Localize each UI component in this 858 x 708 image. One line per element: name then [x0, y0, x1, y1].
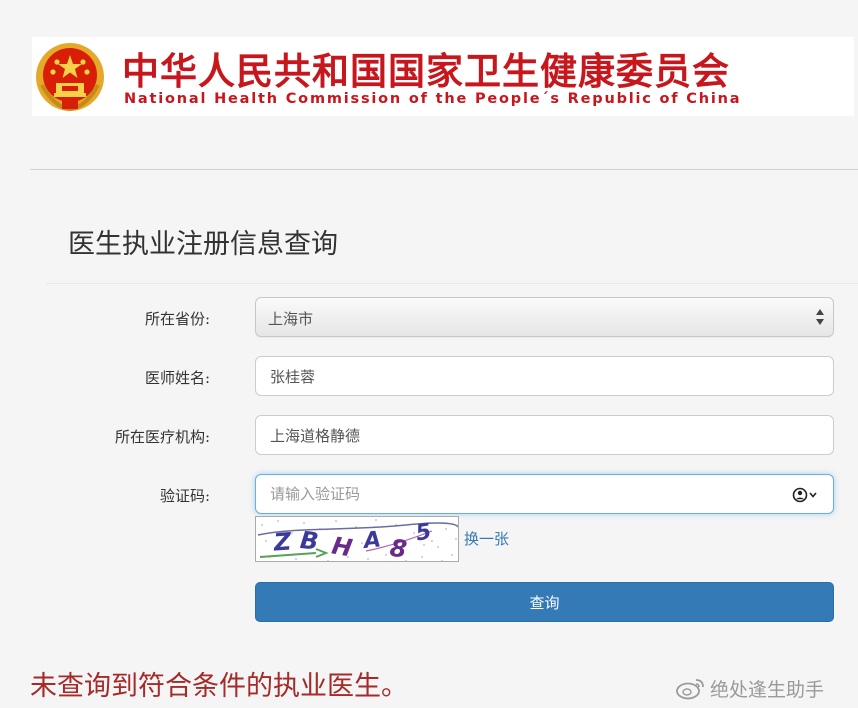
header-divider	[30, 169, 858, 170]
doctor-name-label: 医师姓名:	[144, 369, 210, 387]
captcha-char: Z	[272, 527, 293, 556]
captcha-image[interactable]: Z B H A 8 5	[255, 516, 459, 562]
captcha-char: 8	[388, 534, 408, 562]
header-banner: 中华人民共和国国家卫生健康委员会 National Health Commiss…	[32, 37, 854, 116]
weibo-icon	[676, 679, 704, 700]
captcha-field[interactable]	[255, 474, 834, 514]
result-message: 未查询到符合条件的执业医生。	[30, 671, 408, 702]
province-select-value: 上海市	[268, 310, 314, 328]
national-emblem-icon	[36, 43, 104, 112]
watermark: 绝处逢生助手	[676, 673, 824, 703]
captcha-noise-icon: Z B H A 8 5	[257, 519, 458, 562]
password-manager-icon[interactable]	[791, 486, 819, 504]
banner-title-en: National Health Commission of the People…	[124, 91, 742, 107]
doctor-name-field[interactable]	[255, 356, 834, 396]
captcha-input[interactable]	[256, 475, 833, 513]
refresh-captcha-link[interactable]: 换一张	[464, 528, 509, 549]
select-arrows-icon	[816, 309, 824, 325]
watermark-text: 绝处逢生助手	[710, 678, 825, 701]
banner-title-cn: 中华人民共和国国家卫生健康委员会	[122, 50, 730, 93]
captcha-label: 验证码:	[159, 487, 210, 505]
doctor-name-input[interactable]	[256, 357, 833, 395]
page-title: 医生执业注册信息查询	[68, 229, 338, 260]
institution-label: 所在医疗机构:	[114, 428, 210, 446]
captcha-char: B	[299, 526, 320, 556]
province-select[interactable]: 上海市	[255, 297, 834, 337]
captcha-char: H	[330, 531, 355, 562]
search-button[interactable]: 查询	[255, 582, 834, 622]
captcha-char: A	[361, 527, 383, 554]
province-label: 所在省份:	[144, 310, 210, 328]
institution-input[interactable]	[256, 416, 833, 454]
title-divider	[46, 283, 858, 284]
institution-field[interactable]	[255, 415, 834, 455]
